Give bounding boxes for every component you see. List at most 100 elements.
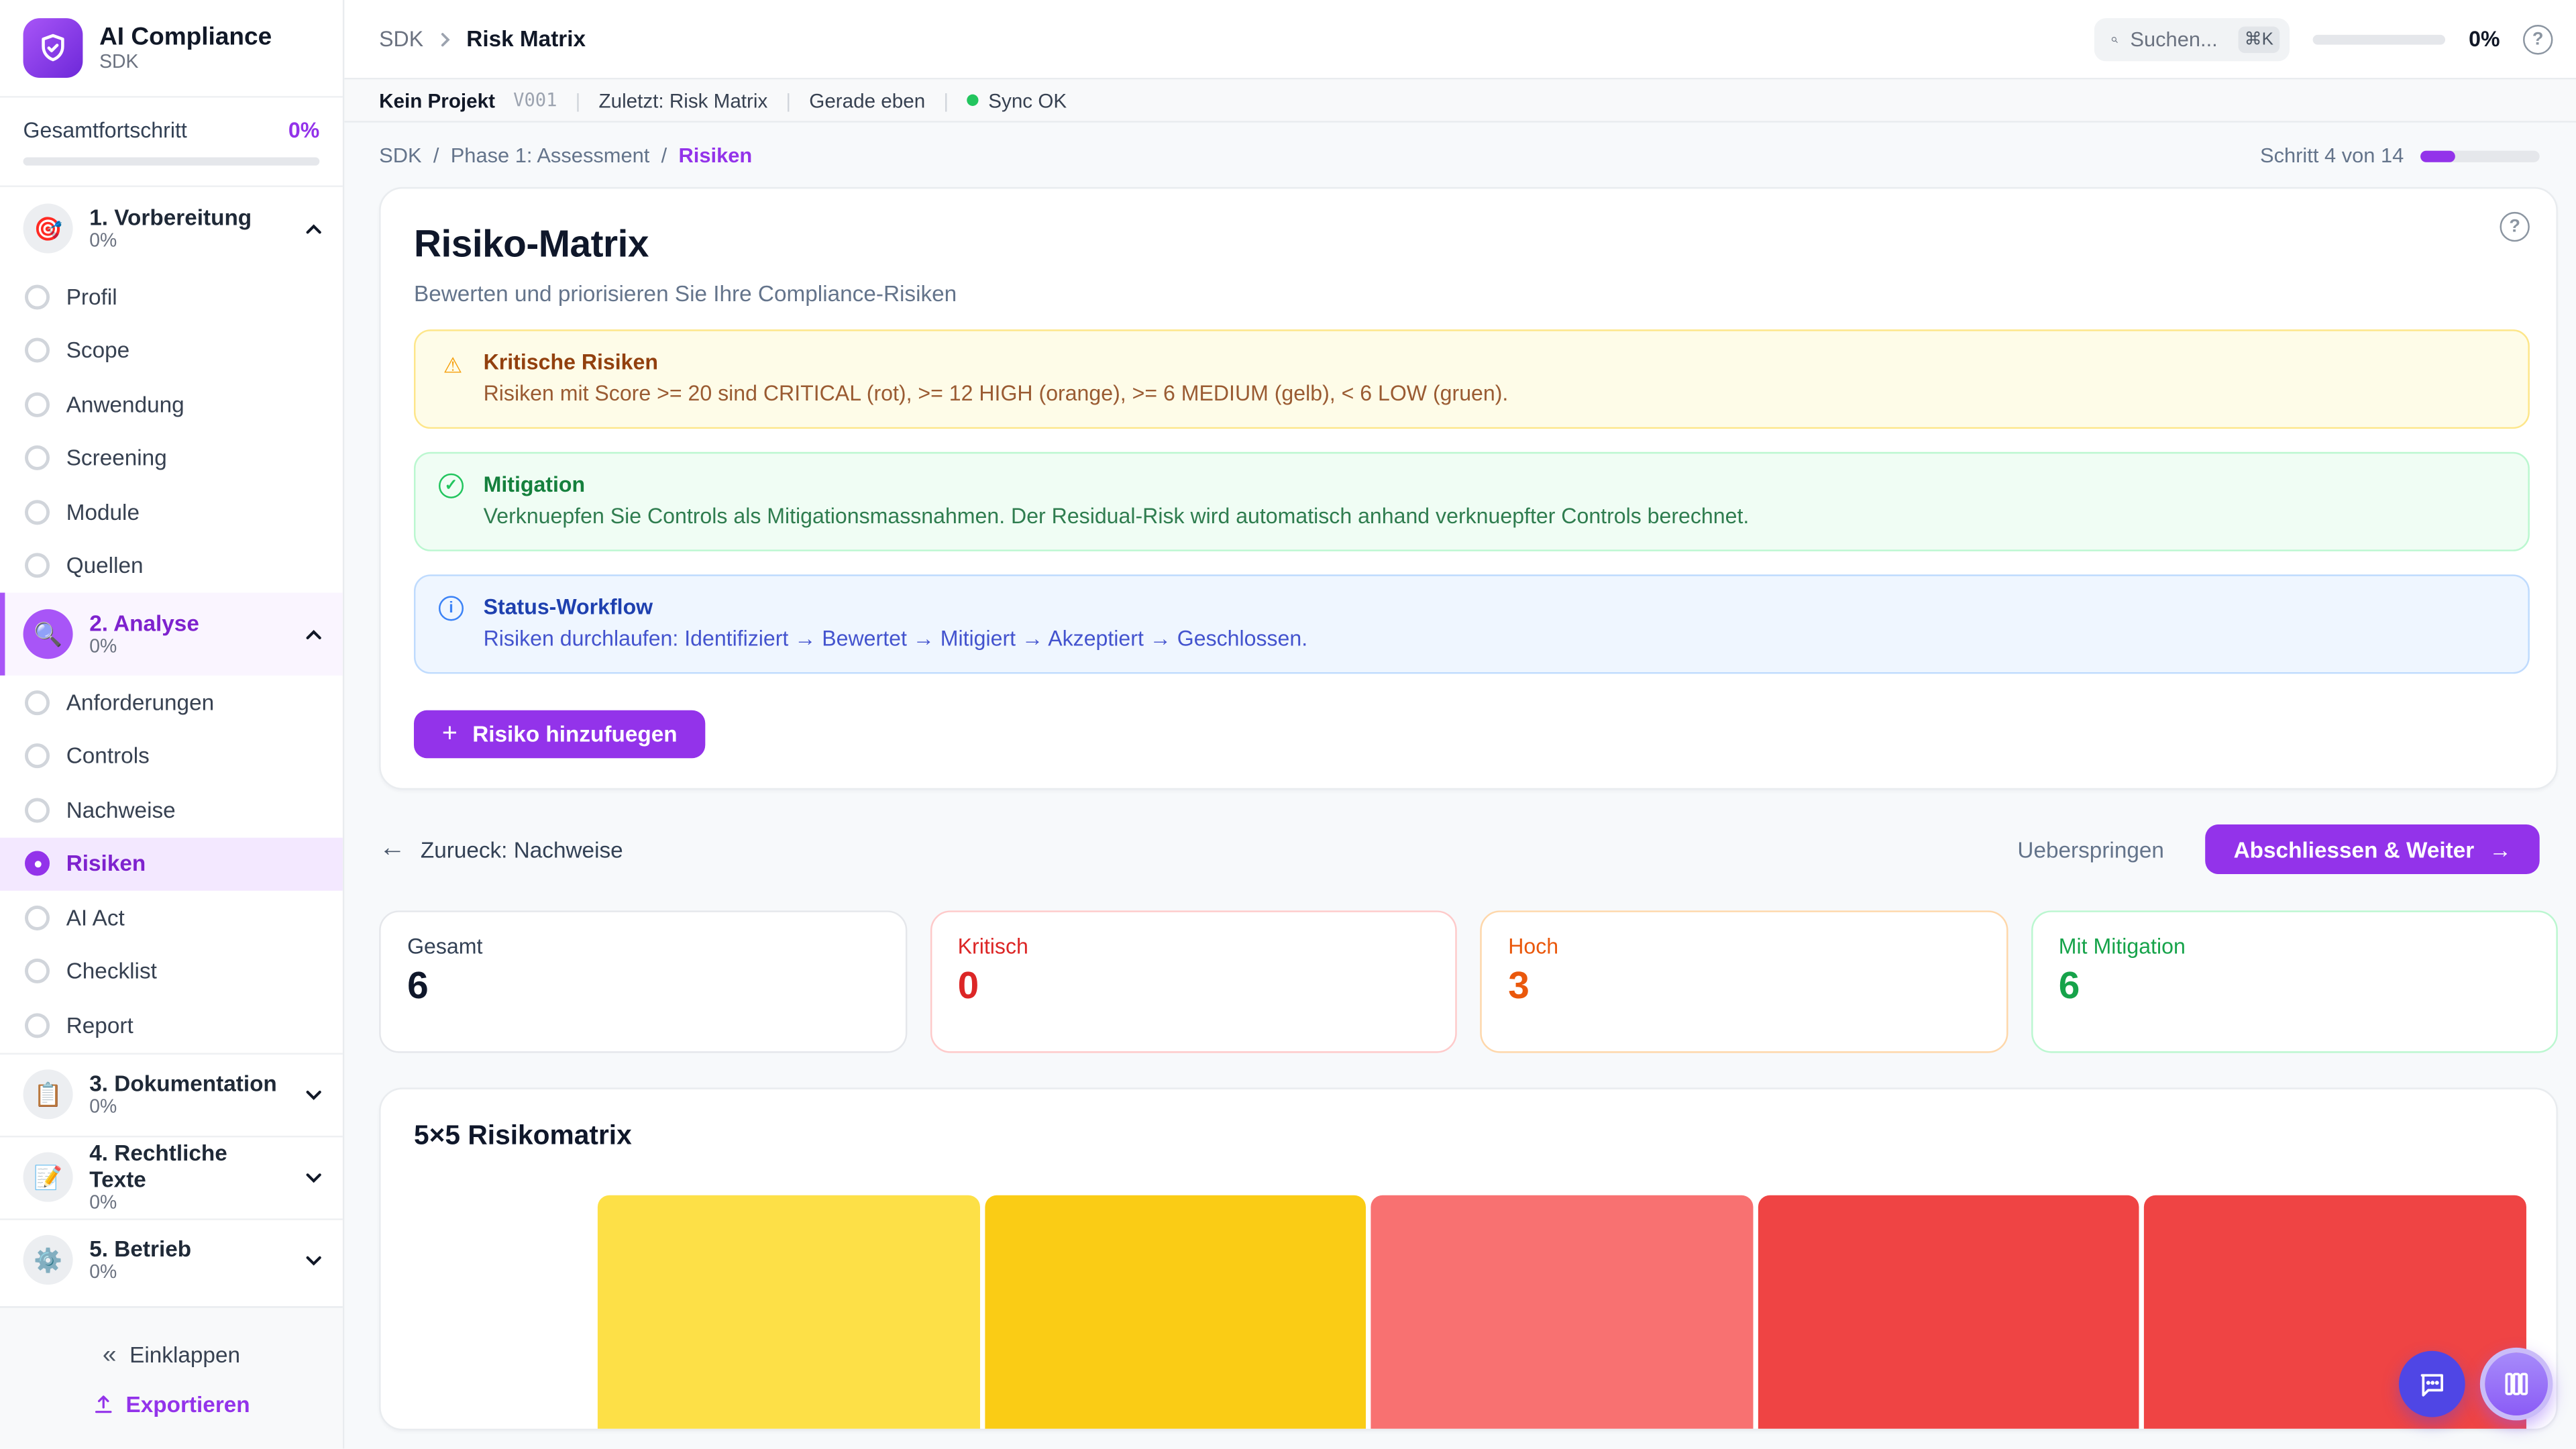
search-input[interactable] [2130,28,2226,51]
sidebar-item-nachweise[interactable]: Nachweise [0,783,343,837]
sidebar-section-dokumentation[interactable]: 📋 3. Dokumentation 0% [0,1052,343,1134]
radio-icon [25,392,50,417]
collapse-sidebar-button[interactable]: « Einklappen [103,1340,240,1368]
header-progress-value: 0% [2469,26,2500,51]
step-progress-bar [2420,150,2540,161]
step-indicator: Schritt 4 von 14 [2260,144,2540,168]
breadcrumb-current: Risk Matrix [466,26,586,51]
matrix-cell[interactable] [1758,1195,2139,1430]
sidebar-item-quellen[interactable]: Quellen [0,539,343,592]
chevron-right-icon [437,31,453,48]
search-box[interactable]: ⌘K [2094,17,2290,60]
version-badge: V001 [513,89,557,111]
radio-icon [25,798,50,822]
check-circle-icon: ✓ [439,474,464,498]
skip-button[interactable]: Ueberspringen [2017,837,2164,862]
add-risk-button[interactable]: + Risiko hinzufuegen [414,710,706,759]
mitigation-info-box: ✓ Mitigation Verknuepfen Sie Controls al… [414,452,2530,551]
header-progress-bar [2313,34,2445,44]
breadcrumb: SDK Risk Matrix [379,26,586,51]
sidebar-section-analyse[interactable]: 🔍 2. Analyse 0% [0,592,343,675]
section-title: 2. Analyse [89,610,288,637]
sidebar-item-scope[interactable]: Scope [0,323,343,377]
topbar: SDK Risk Matrix ⌘K 0% ? [344,0,2576,79]
card-help-icon[interactable]: ? [2500,212,2529,241]
app-title: AI Compliance [99,23,272,52]
chevron-up-icon [305,625,323,643]
page-breadcrumb: SDK / Phase 1: Assessment / Risiken [379,144,752,168]
sidebar-item-ai-act[interactable]: AI Act [0,891,343,945]
sidebar-item-risiken[interactable]: Risiken [0,837,343,891]
risk-matrix-grid [598,1195,2526,1430]
info-circle-icon: i [439,596,464,621]
project-name: Kein Projekt [379,89,495,112]
matrix-cell[interactable] [984,1195,1366,1430]
app-window: AI Compliance SDK Gesamtfortschritt 0% 🎯… [0,0,2576,1448]
section-percent: 0% [89,637,288,657]
app-subtitle: SDK [99,52,272,72]
finish-next-button[interactable]: Abschliessen & Weiter → [2206,824,2540,874]
page-breadcrumb-current: Risiken [679,144,753,168]
sidebar: AI Compliance SDK Gesamtfortschritt 0% 🎯… [0,0,344,1448]
back-link[interactable]: ← Zurueck: Nachweise [379,835,623,864]
wizard-nav-row: ← Zurueck: Nachweise Ueberspringen Absch… [379,824,2558,874]
upload-icon [93,1393,114,1415]
warning-triangle-icon: ⚠ [439,351,467,405]
double-chevron-left-icon: « [103,1340,117,1368]
sidebar-item-screening[interactable]: Screening [0,431,343,485]
matrix-title: 5×5 Risikomatrix [414,1121,2526,1152]
sidebar-item-checklist[interactable]: Checklist [0,945,343,998]
stat-card-kritisch: Kritisch 0 [930,910,1457,1053]
search-icon [2111,29,2118,49]
floating-buttons [2399,1348,2553,1421]
radio-icon [25,338,50,363]
section-title: 1. Vorbereitung [89,205,288,232]
critical-risks-info-box: ⚠ Kritische Risiken Risiken mit Score >=… [414,329,2530,429]
chat-button[interactable] [2399,1351,2465,1417]
page-title: Risiko-Matrix [414,222,2530,267]
page-breadcrumb-root[interactable]: SDK [379,144,421,168]
clipboard-emoji-icon: 📋 [23,1069,73,1119]
sidebar-item-anwendung[interactable]: Anwendung [0,378,343,431]
page-subtitle: Bewerten und priorisieren Sie Ihre Compl… [414,282,2530,307]
risk-matrix-card: ? Risiko-Matrix Bewerten und priorisiere… [379,187,2558,790]
magnifier-emoji-icon: 🔍 [23,609,73,659]
radio-icon [25,284,50,309]
sidebar-item-anforderungen[interactable]: Anforderungen [0,676,343,729]
kanban-board-button[interactable] [2480,1348,2553,1421]
plus-icon: + [442,719,458,749]
step-label: Schritt 4 von 14 [2260,144,2404,168]
sidebar-item-report[interactable]: Report [0,998,343,1052]
sidebar-item-module[interactable]: Module [0,485,343,539]
overall-progress-label: Gesamtfortschritt [23,117,187,142]
target-emoji-icon: 🎯 [23,204,73,254]
page-breadcrumb-phase[interactable]: Phase 1: Assessment [451,144,650,168]
status-bar: Kein Projekt V001 | Zuletzt: Risk Matrix… [344,79,2576,122]
page-content: SDK / Phase 1: Assessment / Risiken Schr… [344,123,2576,1449]
help-icon[interactable]: ? [2523,24,2553,54]
arrow-right-icon: → [2489,837,2511,862]
sidebar-section-rechtliche-texte[interactable]: 📝 4. Rechtliche Texte 0% [0,1135,343,1218]
matrix-cell[interactable] [598,1195,979,1430]
sidebar-section-betrieb[interactable]: ⚙️ 5. Betrieb 0% [0,1218,343,1300]
export-button[interactable]: Exportieren [93,1391,250,1416]
main-area: SDK Risk Matrix ⌘K 0% ? Kein Projekt V00… [344,0,2576,1448]
radio-icon [25,1013,50,1038]
overall-progress: Gesamtfortschritt 0% [0,98,343,187]
stat-card-mit-mitigation: Mit Mitigation 6 [2031,910,2558,1053]
sidebar-item-controls[interactable]: Controls [0,729,343,783]
shield-logo-icon [23,18,83,78]
sidebar-footer: « Einklappen Exportieren [0,1306,343,1448]
sidebar-section-vorbereitung[interactable]: 🎯 1. Vorbereitung 0% [0,187,343,270]
radio-icon [25,553,50,578]
kanban-board-icon [2502,1369,2531,1399]
matrix-cell[interactable] [1371,1195,1753,1430]
radio-icon [25,744,50,769]
status-workflow-info-box: i Status-Workflow Risiken durchlaufen: I… [414,574,2530,674]
risk-matrix-grid-card: 5×5 Risikomatrix [379,1087,2558,1430]
sync-status: Sync OK [967,89,1067,112]
sidebar-item-profil[interactable]: Profil [0,270,343,323]
arrow-left-icon: ← [379,835,405,864]
breadcrumb-root[interactable]: SDK [379,26,423,51]
last-page-label: Zuletzt: Risk Matrix [599,89,768,112]
